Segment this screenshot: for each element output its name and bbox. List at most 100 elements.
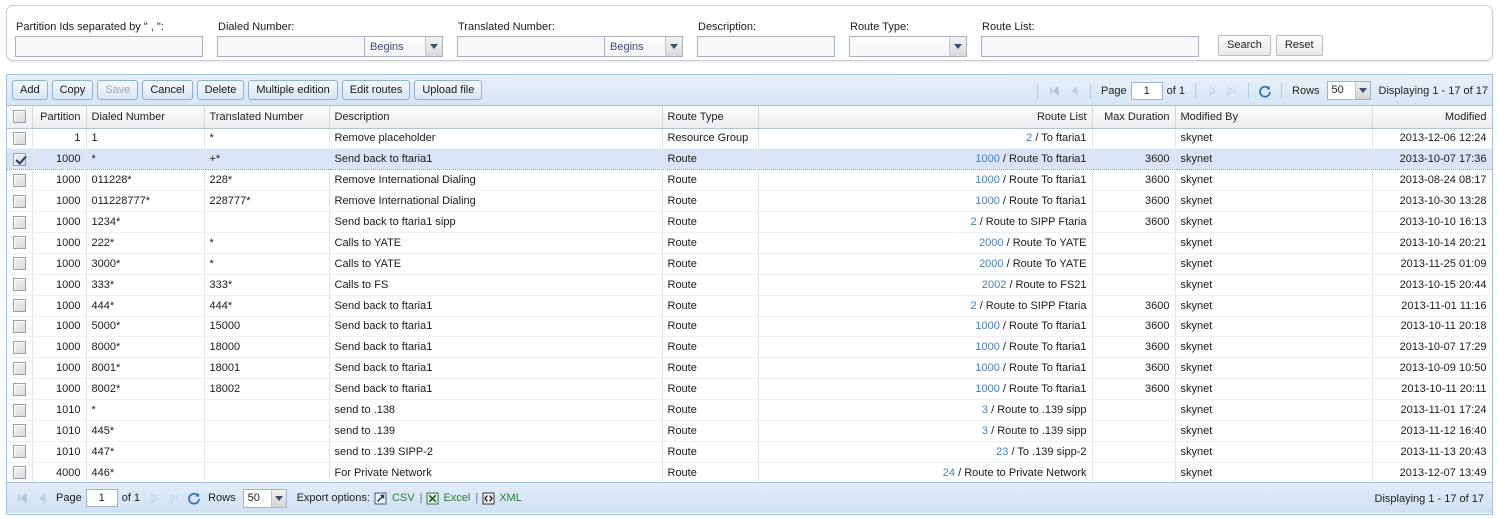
cell-checkbox[interactable] — [7, 336, 33, 359]
row-select-checkbox[interactable] — [12, 152, 26, 166]
cell-checkbox[interactable] — [7, 274, 33, 296]
route-list-link[interactable]: 23 — [996, 446, 1008, 458]
operator-select-2[interactable]: Begins — [605, 36, 683, 57]
cell-checkbox[interactable] — [7, 399, 33, 421]
column-header-description[interactable]: Description — [329, 106, 663, 129]
add-button[interactable]: Add — [12, 80, 48, 100]
table-row[interactable]: 1000 444* 444* Send back to ftaria1 Route 2 /… — [7, 295, 1492, 317]
cell-checkbox[interactable] — [7, 295, 33, 317]
row-select-checkbox[interactable] — [12, 319, 26, 333]
edit-routes-button[interactable]: Edit routes — [341, 80, 411, 100]
route-list-link[interactable]: 1000 — [975, 320, 999, 332]
last-page-icon[interactable] — [1224, 83, 1240, 99]
cell-checkbox[interactable] — [7, 441, 33, 463]
csv-file-icon[interactable] — [374, 491, 388, 505]
select-all-checkbox[interactable] — [12, 110, 26, 124]
first-page-icon[interactable] — [1046, 83, 1062, 99]
table-row[interactable]: 1000 222* * Calls to YATE Route 2000 / Route … — [7, 232, 1492, 254]
route-list-link[interactable]: 24 — [943, 467, 955, 479]
select-all-header[interactable] — [7, 106, 33, 129]
search-input-3[interactable] — [697, 36, 835, 57]
operator-select-1[interactable]: Begins — [365, 36, 443, 57]
xml-file-icon[interactable] — [481, 491, 495, 505]
page-number-input[interactable] — [1130, 81, 1163, 100]
row-select-checkbox[interactable] — [12, 194, 26, 208]
cell-checkbox[interactable] — [7, 211, 33, 233]
cancel-button[interactable]: Cancel — [142, 80, 193, 100]
footer-refresh-icon[interactable] — [186, 490, 202, 506]
previous-page-icon[interactable] — [1066, 83, 1082, 99]
search-input-0[interactable] — [15, 36, 203, 57]
export-csv-link[interactable]: CSV — [392, 492, 415, 504]
table-row[interactable]: 1000 011228* 228* Remove International Dial… — [7, 169, 1492, 192]
row-select-checkbox[interactable] — [12, 236, 26, 250]
row-select-checkbox[interactable] — [12, 445, 26, 459]
refresh-icon[interactable] — [1257, 83, 1273, 99]
cell-checkbox[interactable] — [7, 128, 33, 150]
footer-last-page-icon[interactable] — [166, 490, 182, 506]
column-header-partition[interactable]: Partition — [32, 106, 87, 129]
rows-per-page-select[interactable]: 50 — [1326, 81, 1371, 100]
row-select-checkbox[interactable] — [12, 382, 26, 396]
table-row[interactable]: 1000 8001* 18001 Send back to ftaria1 Route 1… — [7, 357, 1492, 380]
reset-button[interactable]: Reset — [1275, 35, 1323, 56]
column-header-translated[interactable]: Translated Number — [204, 106, 330, 129]
footer-rows-per-page-select[interactable]: 50 — [242, 488, 287, 508]
search-button[interactable]: Search — [1218, 35, 1271, 56]
footer-next-page-icon[interactable] — [146, 490, 162, 506]
row-select-checkbox[interactable] — [12, 466, 26, 480]
export-xml-link[interactable]: XML — [499, 492, 522, 504]
footer-previous-page-icon[interactable] — [34, 490, 50, 506]
row-select-checkbox[interactable] — [12, 131, 26, 145]
table-row[interactable]: 1000 333* 333* Calls to FS Route 2002 / Route… — [7, 274, 1492, 296]
column-header-route_type[interactable]: Route Type — [662, 106, 759, 129]
table-row[interactable]: 1000 * +* Send back to ftaria1 Route 1000 / R… — [7, 148, 1492, 171]
row-select-checkbox[interactable] — [12, 215, 26, 229]
route-list-link[interactable]: 1000 — [975, 341, 999, 353]
cell-checkbox[interactable] — [7, 232, 33, 254]
route-list-link[interactable]: 2000 — [979, 258, 1003, 270]
table-row[interactable]: 1000 8002* 18002 Send back to ftaria1 Route 1… — [7, 378, 1492, 401]
table-row[interactable]: 1000 8000* 18000 Send back to ftaria1 Route 1… — [7, 336, 1492, 359]
row-select-checkbox[interactable] — [12, 403, 26, 417]
row-select-checkbox[interactable] — [12, 361, 26, 375]
column-header-route_list[interactable]: Route List — [758, 106, 1093, 129]
search-input-2[interactable] — [457, 36, 605, 57]
upload-file-button[interactable]: Upload file — [414, 80, 483, 100]
cell-checkbox[interactable] — [7, 357, 33, 380]
table-row[interactable]: 1000 3000* * Calls to YATE Route 2000 / Route… — [7, 253, 1492, 275]
copy-button[interactable]: Copy — [51, 80, 94, 100]
table-row[interactable]: 4000 446* For Private Network Route 24 / Rou… — [7, 462, 1492, 482]
cell-checkbox[interactable] — [7, 253, 33, 275]
delete-button[interactable]: Delete — [196, 80, 245, 100]
next-page-icon[interactable] — [1204, 83, 1220, 99]
footer-page-number-input[interactable] — [85, 489, 118, 507]
cell-checkbox[interactable] — [7, 316, 33, 338]
column-header-max_duration[interactable]: Max Duration — [1092, 106, 1176, 129]
cell-checkbox[interactable] — [7, 190, 33, 213]
cell-checkbox[interactable] — [7, 148, 33, 171]
route-list-link[interactable]: 2002 — [982, 279, 1006, 291]
cell-checkbox[interactable] — [7, 378, 33, 401]
route-list-link[interactable]: 1000 — [975, 383, 999, 395]
table-row[interactable]: 1000 5000* 15000 Send back to ftaria1 Route 1… — [7, 316, 1492, 338]
row-select-checkbox[interactable] — [12, 424, 26, 438]
table-row[interactable]: 1000 1234* Send back to ftaria1 sipp Route 2… — [7, 211, 1492, 233]
search-input-5[interactable] — [981, 36, 1199, 57]
row-select-checkbox[interactable] — [12, 299, 26, 313]
route-list-link[interactable]: 2000 — [979, 237, 1003, 249]
route-list-link[interactable]: 1000 — [975, 174, 999, 186]
table-row[interactable]: 1010 445* send to .139 Route 3 / Route to .1… — [7, 420, 1492, 442]
column-header-dialed[interactable]: Dialed Number — [86, 106, 205, 129]
multiple-edition-button[interactable]: Multiple edition — [248, 80, 338, 100]
table-row[interactable]: 1010 * send to .138 Route 3 / Route to .139 … — [7, 399, 1492, 421]
row-select-checkbox[interactable] — [12, 340, 26, 354]
table-row[interactable]: 1010 447* send to .139 SIPP-2 Route 23 / To … — [7, 441, 1492, 463]
route-list-link[interactable]: 1000 — [975, 362, 999, 374]
table-row[interactable]: 1000 011228777* 228777* Remove Internationa… — [7, 190, 1492, 213]
column-header-modified_by[interactable]: Modified By — [1175, 106, 1373, 129]
cell-checkbox[interactable] — [7, 420, 33, 442]
route-list-link[interactable]: 1000 — [975, 195, 999, 207]
footer-first-page-icon[interactable] — [14, 490, 30, 506]
row-select-checkbox[interactable] — [12, 257, 26, 271]
